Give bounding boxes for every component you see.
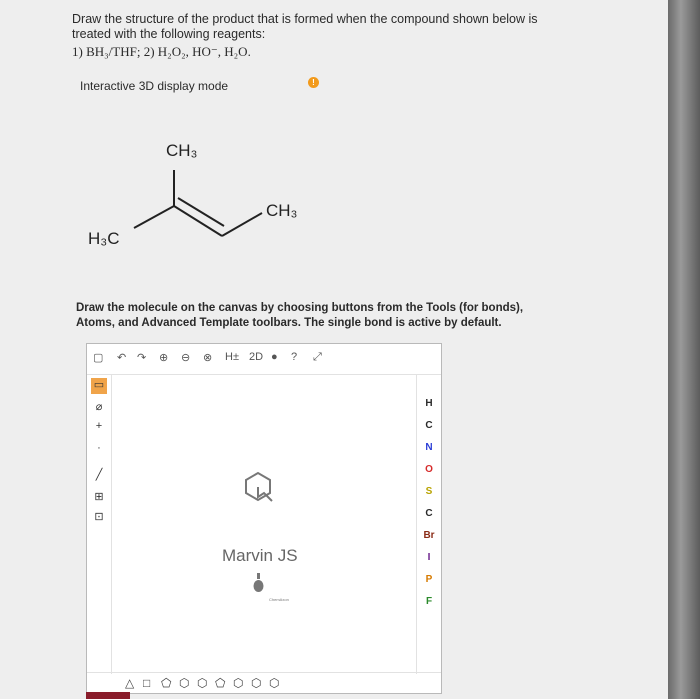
template-toolbar: △ □ ⬠ ⬡ ⬡ ⬠ ⬡ ⬡ ⬡ xyxy=(87,672,441,693)
flask-icon xyxy=(253,580,264,592)
tool-radical[interactable]: · xyxy=(87,442,111,454)
undo-icon[interactable]: ↶ xyxy=(117,351,126,364)
submit-button-edge[interactable] xyxy=(86,692,130,699)
settings-icon[interactable]: ● xyxy=(271,351,278,363)
instructions-line-2: Atoms, and Advanced Template toolbars. T… xyxy=(76,317,502,329)
question-line-1: Draw the structure of the product that i… xyxy=(72,12,538,26)
hydrogens-button[interactable]: H± xyxy=(225,351,239,363)
question-text: Draw the structure of the product that i… xyxy=(72,12,632,42)
tool-charge-plus[interactable]: + xyxy=(87,420,111,432)
atom-i[interactable]: I xyxy=(417,552,441,563)
atom-p[interactable]: P xyxy=(417,574,441,585)
fullscreen-icon[interactable]: ⤢ xyxy=(313,351,322,364)
chemaxon-brand: ChemAxon xyxy=(269,597,289,602)
display-mode-label[interactable]: Interactive 3D display mode xyxy=(80,79,228,93)
screen-bezel xyxy=(668,0,700,699)
template-chair[interactable]: ⬡ xyxy=(269,676,279,690)
instructions-line-1: Draw the molecule on the canvas by choos… xyxy=(76,302,524,314)
info-icon[interactable]: ! xyxy=(308,77,319,88)
tools-toolbar: ▭ ⌀ + · ╱ ⊞ ⊡ xyxy=(87,374,112,674)
template-cyclopentane[interactable]: ⬠ xyxy=(215,676,225,690)
drawing-canvas[interactable]: Marvin JS ChemAxon xyxy=(112,375,416,672)
marvin-js-brand: Marvin JS xyxy=(222,546,298,565)
redo-icon[interactable]: ↷ xyxy=(137,351,146,364)
template-triangle[interactable]: △ xyxy=(125,676,134,690)
template-pentagon[interactable]: ⬠ xyxy=(161,676,171,690)
template-square[interactable]: □ xyxy=(143,676,150,690)
top-toolbar: ▢ ↶ ↷ ⊕ ⊖ ⊗ H± 2D ● ? ⤢ xyxy=(87,344,441,375)
atom-br[interactable]: Br xyxy=(417,530,441,541)
help-icon[interactable]: ? xyxy=(291,351,297,363)
template-benzene[interactable]: ⬡ xyxy=(197,676,207,690)
marvin-editor[interactable]: ▢ ↶ ↷ ⊕ ⊖ ⊗ H± 2D ● ? ⤢ ▭ ⌀ + · ╱ ⊞ ⊡ Ma… xyxy=(86,343,442,694)
template-cycloheptane[interactable]: ⬡ xyxy=(251,676,261,690)
flask-neck xyxy=(257,573,260,579)
question-page: Draw the structure of the product that i… xyxy=(0,0,668,699)
tool-erase[interactable]: ⌀ xyxy=(87,400,111,413)
atom-o[interactable]: O xyxy=(417,464,441,475)
atom-c[interactable]: C xyxy=(417,420,441,431)
label-ch3-right: CH₃ xyxy=(266,201,297,220)
label-ch3-top: CH₃ xyxy=(166,141,197,160)
zoom-in-icon[interactable]: ⊕ xyxy=(159,351,168,364)
label-h3c-left: H₃C xyxy=(88,229,119,248)
atom-s[interactable]: S xyxy=(417,486,441,497)
atom-n[interactable]: N xyxy=(417,442,441,453)
marvin-logo xyxy=(245,471,273,592)
bond-left-methyl xyxy=(133,205,175,229)
bond-right-methyl xyxy=(221,212,263,237)
select-icon[interactable]: ▢ xyxy=(93,351,103,364)
question-line-2: treated with the following reagents: xyxy=(72,27,266,41)
clean-2d-button[interactable]: 2D xyxy=(249,351,263,363)
reagents-text: 1) BH₃/THF; 2) H₂O₂, HO⁻, H₂O. xyxy=(72,44,251,59)
molecule-structure: CH₃ CH₃ H₃C xyxy=(88,141,297,248)
zoom-fit-icon[interactable]: ⊗ xyxy=(203,351,212,364)
zoom-out-icon[interactable]: ⊖ xyxy=(181,351,190,364)
tool-single-bond[interactable]: ╱ xyxy=(87,468,111,481)
template-cyclohexane[interactable]: ⬡ xyxy=(233,676,243,690)
tool-reaction-arrow[interactable]: ⊞ xyxy=(87,490,111,503)
tool-select[interactable]: ▭ xyxy=(91,378,107,394)
atom-h[interactable]: H xyxy=(417,398,441,409)
atom-c-2[interactable]: C xyxy=(417,508,441,519)
instructions: Draw the molecule on the canvas by choos… xyxy=(76,301,656,331)
atom-f[interactable]: F xyxy=(417,596,441,607)
tool-template[interactable]: ⊡ xyxy=(87,510,111,523)
template-hexagon[interactable]: ⬡ xyxy=(179,676,189,690)
molecule-bonds xyxy=(133,170,263,237)
atoms-toolbar: H C N O S C Br I P F xyxy=(416,374,441,674)
